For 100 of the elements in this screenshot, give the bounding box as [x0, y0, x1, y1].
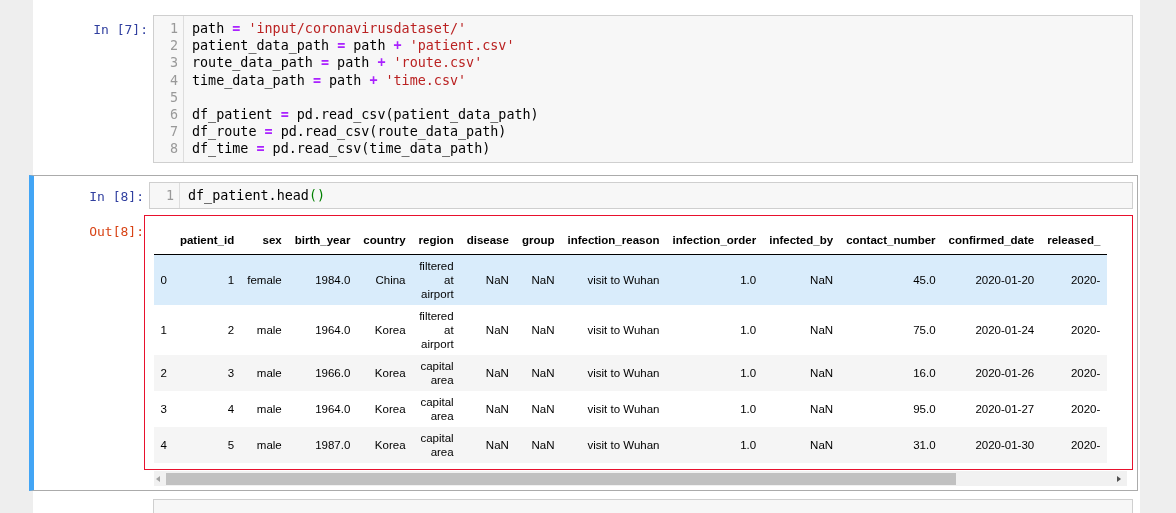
row-index: 0: [154, 254, 174, 306]
code-line: route_data_path = path + 'route.csv': [192, 55, 483, 71]
table-cell: 1: [173, 254, 241, 306]
row-index: 3: [154, 391, 174, 428]
column-header: patient_id: [173, 224, 241, 255]
table-cell: Korea: [356, 391, 413, 428]
table-cell: 3: [173, 355, 241, 392]
table-cell: NaN: [460, 355, 516, 392]
line-number: 6: [168, 106, 178, 124]
table-cell: visit to Wuhan: [560, 427, 666, 464]
table-cell: NaN: [762, 305, 840, 356]
table-cell: China: [356, 254, 413, 306]
table-cell: NaN: [515, 427, 561, 464]
table-cell: visit to Wuhan: [560, 391, 666, 428]
code-line: time_data_path = path + 'time.csv': [192, 72, 467, 88]
table-cell: 2020-: [1040, 305, 1107, 356]
line-number: 7: [168, 123, 178, 141]
table-cell: 2020-: [1040, 391, 1107, 428]
table-cell: male: [240, 305, 289, 356]
table-cell: 1987.0: [288, 427, 357, 464]
table-cell: NaN: [762, 427, 840, 464]
column-header: infection_order: [666, 224, 763, 255]
column-header: region: [412, 224, 461, 255]
column-header: disease: [460, 224, 516, 255]
table-cell: NaN: [762, 391, 840, 428]
table-cell: 1.0: [666, 427, 763, 464]
scroll-right-icon[interactable]: [1115, 474, 1123, 483]
table-cell: visit to Wuhan: [560, 355, 666, 392]
column-header: country: [356, 224, 413, 255]
line-number: 1: [168, 20, 178, 38]
code-line: patient_data_path = path + 'patient.csv': [192, 38, 515, 54]
table-cell: male: [240, 427, 289, 464]
row-index: 1: [154, 305, 174, 356]
table-cell: filtered at airport: [412, 254, 461, 306]
column-header: released_: [1040, 224, 1107, 255]
column-header: birth_year: [288, 224, 357, 255]
table-cell: 1.0: [666, 254, 763, 306]
table-cell: Korea: [356, 427, 413, 464]
code-line: df_time = pd.read_csv(time_data_path): [192, 141, 491, 157]
table-cell: Korea: [356, 355, 413, 392]
table-cell: 1.0: [666, 305, 763, 356]
table-cell: NaN: [762, 254, 840, 306]
table-cell: NaN: [460, 305, 516, 356]
table-cell: NaN: [515, 355, 561, 392]
table-cell: 95.0: [839, 391, 943, 428]
table-cell: NaN: [515, 254, 561, 306]
column-header: confirmed_date: [942, 224, 1041, 255]
table-cell: 2020-01-26: [942, 355, 1041, 392]
code-editor[interactable]: [153, 15, 1133, 163]
column-header: group: [515, 224, 561, 255]
table-cell: 1.0: [666, 355, 763, 392]
line-number: 5: [168, 88, 178, 106]
table-cell: capital area: [412, 391, 461, 428]
table-cell: Korea: [356, 305, 413, 356]
table-cell: capital area: [412, 355, 461, 392]
table-cell: male: [240, 355, 289, 392]
table-cell: 4: [173, 391, 241, 428]
table-cell: NaN: [515, 391, 561, 428]
table-cell: 2020-01-30: [942, 427, 1041, 464]
table-cell: 2020-01-27: [942, 391, 1041, 428]
table-cell: NaN: [460, 391, 516, 428]
code-line: path = 'input/coronavirusdataset/': [192, 21, 467, 36]
table-cell: 45.0: [839, 254, 943, 306]
table-cell: capital area: [412, 427, 461, 464]
code-line: df_patient = pd.read_csv(patient_data_path): [192, 107, 539, 122]
column-header: infection_reason: [560, 224, 666, 255]
line-number: 1: [164, 186, 174, 204]
table-cell: 2020-: [1040, 355, 1107, 392]
line-number: 8: [168, 140, 178, 158]
table-cell: 16.0: [839, 355, 943, 392]
table-cell: filtered at airport: [412, 305, 461, 356]
code-line: df_patient.head(): [188, 187, 326, 203]
table-cell: male: [240, 391, 289, 428]
table-cell: 75.0: [839, 305, 943, 356]
table-cell: 2020-: [1040, 254, 1107, 306]
line-number: 2: [168, 37, 178, 55]
line-number: 4: [168, 71, 178, 89]
table-cell: 5: [173, 427, 241, 464]
table-cell: 2020-01-20: [942, 254, 1041, 306]
table-cell: 2: [173, 305, 241, 356]
scrollbar-thumb[interactable]: [166, 472, 956, 485]
code-editor[interactable]: 1 df_patient.head(): [149, 181, 1133, 209]
row-index: 2: [154, 355, 174, 392]
table-cell: NaN: [515, 305, 561, 356]
table-cell: female: [240, 254, 289, 306]
row-index: 4: [154, 427, 174, 464]
column-header: sex: [240, 224, 289, 255]
code-line: df_route = pd.read_csv(route_data_path): [192, 124, 507, 140]
table-cell: NaN: [762, 355, 840, 392]
table-cell: 1964.0: [288, 391, 357, 428]
table-cell: visit to Wuhan: [560, 254, 666, 306]
table-cell: NaN: [460, 254, 516, 306]
input-prompt: In [8]:: [88, 187, 145, 206]
output-prompt: Out[8]:: [88, 222, 145, 241]
table-cell: 31.0: [839, 427, 943, 464]
line-number: 3: [168, 54, 178, 72]
table-cell: 1964.0: [288, 305, 357, 356]
table-cell: 1.0: [666, 391, 763, 428]
table-cell: 1984.0: [288, 254, 357, 306]
input-prompt: In [7]:: [92, 21, 149, 39]
